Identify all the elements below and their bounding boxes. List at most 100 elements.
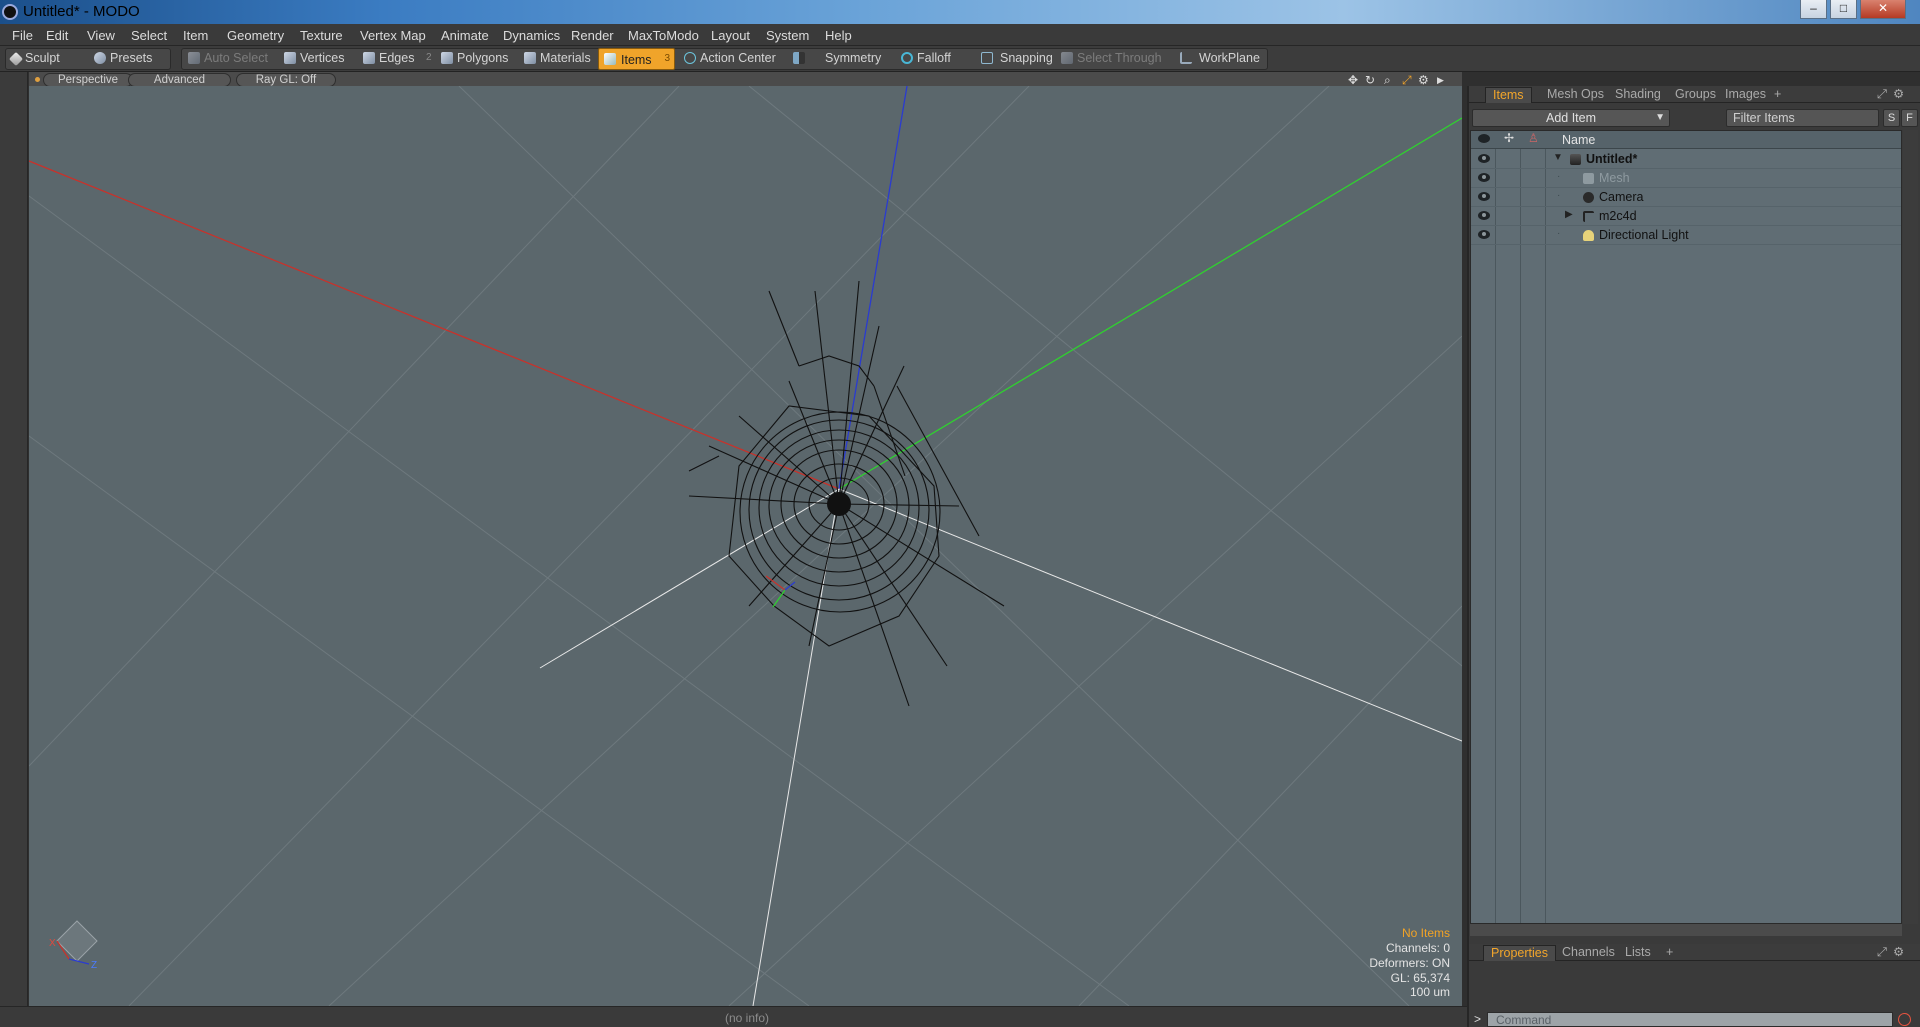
menu-layout[interactable]: Layout [711,28,750,43]
tree-connector: · [1557,171,1561,182]
item-row-scene[interactable]: ▼ Untitled* [1471,150,1901,169]
expand-bottom-panel-icon[interactable]: ⤢ [1877,945,1887,961]
auto-select-button[interactable]: Auto Select [188,51,268,65]
action-center-button[interactable]: Action Center [684,51,776,65]
bottom-panel-settings-icon[interactable]: ⚙ [1893,945,1904,961]
presets-button[interactable]: Presets [94,51,152,65]
filter-items-input[interactable]: Filter Items [1726,109,1879,127]
select-through-icon [1061,52,1073,64]
3d-viewport[interactable]: X Z No Items Channels: 0 Deformers: ON G… [29,86,1462,1006]
item-list-hscrollbar[interactable] [1470,924,1902,936]
visibility-column-icon[interactable] [1478,134,1490,143]
polygons-label: Polygons [457,51,509,65]
workplane-button[interactable]: WorkPlane [1180,51,1260,65]
command-input[interactable]: Command [1487,1012,1893,1027]
add-tab-button[interactable]: + [1767,87,1788,103]
menu-vertex-map[interactable]: Vertex Map [360,28,426,43]
menu-select[interactable]: Select [131,28,167,43]
visibility-eye-icon[interactable] [1478,154,1490,163]
viewport-settings-icon[interactable]: ⚙ [1418,73,1429,87]
item-list-scrollbar[interactable] [1903,130,1918,924]
viewport-options-icon[interactable] [35,77,40,82]
items-mode-button[interactable]: Items 3 [598,48,675,70]
visibility-eye-icon[interactable] [1478,173,1490,182]
menu-edit[interactable]: Edit [46,28,68,43]
menu-system[interactable]: System [766,28,809,43]
item-row-light[interactable]: · Directional Light [1471,226,1901,245]
rotate-icon[interactable]: ↻ [1365,73,1375,87]
tab-channels[interactable]: Channels [1555,945,1622,961]
viewport-more-icon[interactable]: ▶ [1437,75,1444,86]
menu-geometry[interactable]: Geometry [227,28,284,43]
vertices-icon [284,52,296,64]
menu-view[interactable]: View [87,28,115,43]
menu-item[interactable]: Item [183,28,208,43]
vertices-button[interactable]: Vertices [284,51,344,65]
workplane-label: WorkPlane [1199,51,1260,65]
viewport-scene: X Z [29,86,1462,1006]
vertices-label: Vertices [300,51,345,65]
item-row-mesh[interactable]: · Mesh [1471,169,1901,188]
command-history-icon[interactable] [1898,1013,1911,1026]
minimize-button[interactable]: – [1800,0,1827,19]
items-count: 3 [664,53,670,64]
add-item-dropdown[interactable]: Add Item ▼ [1472,109,1670,127]
expand-panel-icon[interactable]: ⤢ [1877,87,1887,103]
tab-items[interactable]: Items [1485,87,1532,103]
workplane-icon [1180,52,1192,64]
snapping-button[interactable]: Snapping [981,51,1053,65]
pan-icon[interactable]: ✥ [1348,73,1358,87]
panel-settings-icon[interactable]: ⚙ [1893,87,1904,103]
filter-f-button[interactable]: F [1901,109,1918,127]
select-through-button[interactable]: Select Through [1061,51,1162,65]
main-toolbar: Sculpt Presets Auto Select Vertices Edge… [0,46,1920,72]
add-bottom-tab-button[interactable]: + [1659,945,1680,961]
menu-render[interactable]: Render [571,28,614,43]
menu-texture[interactable]: Texture [300,28,343,43]
edges-icon [363,52,375,64]
menu-bar: File Edit View Select Item Geometry Text… [0,24,1920,46]
tab-properties[interactable]: Properties [1483,945,1556,961]
menu-dynamics[interactable]: Dynamics [503,28,560,43]
visibility-eye-icon[interactable] [1478,211,1490,220]
y-axis-line [838,117,1462,490]
visibility-eye-icon[interactable] [1478,192,1490,201]
name-column-header[interactable]: Name [1562,133,1595,147]
expand-arrow-icon[interactable]: ▼ [1553,152,1563,163]
menu-help[interactable]: Help [825,28,852,43]
tree-connector: · [1557,228,1561,239]
render-column-icon[interactable]: ♙ [1528,131,1539,145]
status-info: (no info) [725,1011,770,1025]
tab-groups[interactable]: Groups [1668,87,1723,103]
materials-button[interactable]: Materials [524,51,591,65]
symmetry-button[interactable]: Symmetry [793,51,881,65]
item-label: m2c4d [1599,209,1637,223]
visibility-eye-icon[interactable] [1478,230,1490,239]
lock-column-icon[interactable]: ✢ [1504,131,1514,145]
menu-maxtomodo[interactable]: MaxToModo [628,28,699,43]
auto-select-label: Auto Select [204,51,268,65]
tab-lists[interactable]: Lists [1618,945,1658,961]
tab-images[interactable]: Images [1718,87,1773,103]
sculpt-button[interactable]: Sculpt [8,51,60,67]
filter-s-button[interactable]: S [1883,109,1900,127]
tab-mesh-ops[interactable]: Mesh Ops [1540,87,1611,103]
view-type-dropdown[interactable]: Perspective [43,73,133,87]
tab-shading[interactable]: Shading [1608,87,1668,103]
polygons-button[interactable]: Polygons [441,51,508,65]
maximize-button[interactable]: □ [1830,0,1857,19]
shading-mode-dropdown[interactable]: Advanced [128,73,231,87]
menu-animate[interactable]: Animate [441,28,489,43]
menu-file[interactable]: File [12,28,33,43]
item-row-camera[interactable]: · Camera [1471,188,1901,207]
item-row-locator[interactable]: ▶ m2c4d [1471,207,1901,226]
edges-button[interactable]: Edges [363,51,414,65]
add-item-label: Add Item [1545,111,1597,125]
falloff-button[interactable]: Falloff [901,51,951,65]
scale-info: 100 um [1409,985,1450,1000]
item-list-header: ✢ ♙ Name [1471,131,1901,149]
expand-arrow-icon[interactable]: ▶ [1565,209,1573,220]
mesh-icon [1583,173,1594,184]
raygl-toggle[interactable]: Ray GL: Off [236,73,336,87]
close-button[interactable]: ✕ [1860,0,1906,19]
